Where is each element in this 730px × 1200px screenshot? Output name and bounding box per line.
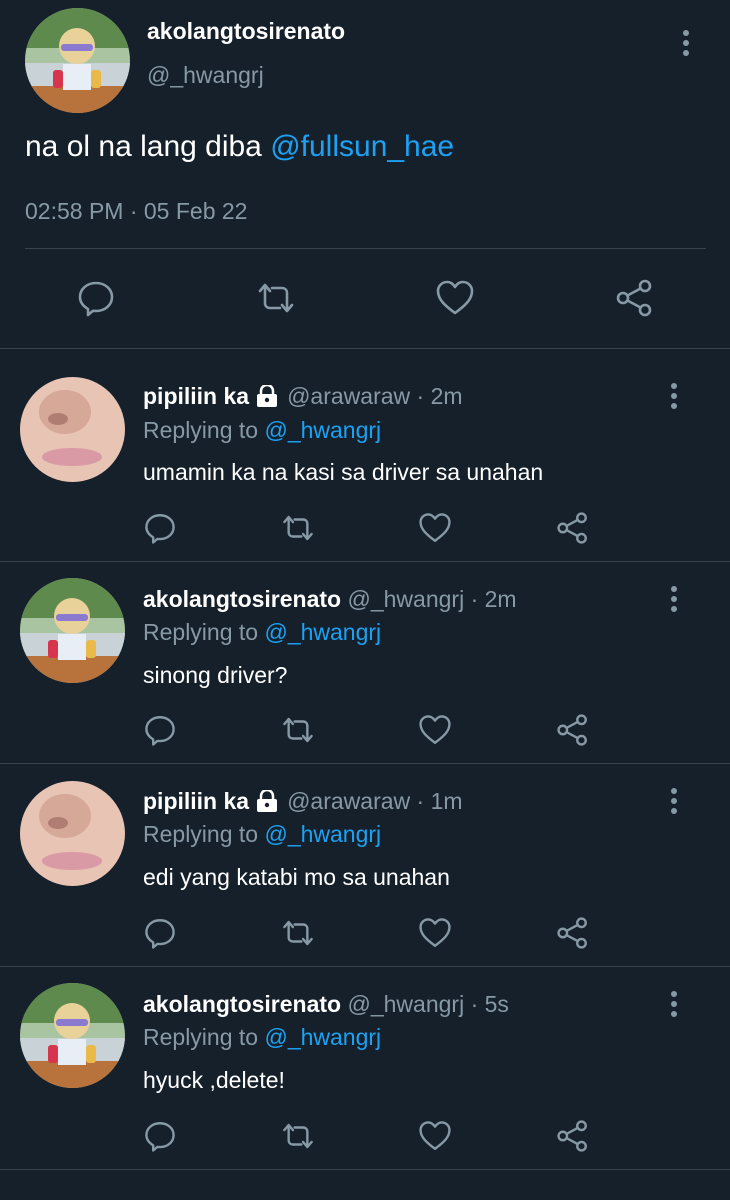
- more-options-icon[interactable]: [664, 381, 684, 411]
- replying-prefix: Replying to: [143, 1024, 265, 1050]
- replying-prefix: Replying to: [143, 417, 265, 443]
- display-name[interactable]: akolangtosirenato: [143, 991, 341, 1017]
- share-icon[interactable]: [556, 1119, 590, 1153]
- more-options-icon[interactable]: [676, 28, 696, 58]
- retweet-icon[interactable]: [256, 278, 296, 318]
- tweet-body: na ol na lang diba: [25, 130, 271, 163]
- tweet-text: na ol na lang diba @fullsun_hae: [25, 130, 454, 164]
- more-options-icon[interactable]: [664, 989, 684, 1019]
- reply-text: umamin ka na kasi sa driver sa unahan: [143, 459, 544, 485]
- avatar[interactable]: [25, 8, 130, 113]
- reply-icon[interactable]: [143, 1119, 177, 1153]
- share-icon[interactable]: [556, 511, 590, 545]
- share-icon[interactable]: [556, 916, 590, 950]
- handle-time[interactable]: @_hwangrj · 5s: [348, 991, 509, 1017]
- reply-tweet[interactable]: akolangtosirenato @_hwangrj · 5s Replyin…: [0, 967, 730, 1170]
- more-options-icon[interactable]: [664, 584, 684, 614]
- display-name[interactable]: pipiliin ka: [143, 383, 249, 409]
- display-name[interactable]: akolangtosirenato: [143, 586, 341, 612]
- lock-icon: [255, 383, 279, 413]
- reply-tweet[interactable]: akolangtosirenato @_hwangrj · 2m Replyin…: [0, 562, 730, 764]
- reply-tweet[interactable]: pipiliin ka @arawaraw · 2m Replying to @_…: [0, 349, 730, 562]
- user-handle[interactable]: @_hwangrj: [147, 62, 264, 89]
- replying-handle-link[interactable]: @_hwangrj: [264, 619, 381, 645]
- like-icon[interactable]: [418, 1119, 452, 1153]
- divider: [25, 248, 706, 249]
- like-icon[interactable]: [418, 713, 452, 747]
- replying-to: Replying to @_hwangrj: [143, 821, 381, 848]
- avatar[interactable]: [20, 377, 125, 482]
- reply-icon[interactable]: [143, 916, 177, 950]
- reply-header: akolangtosirenato @_hwangrj · 5s: [143, 991, 509, 1018]
- reply-icon[interactable]: [143, 713, 177, 747]
- avatar[interactable]: [20, 781, 125, 886]
- retweet-icon[interactable]: [281, 511, 315, 545]
- replying-to: Replying to @_hwangrj: [143, 619, 381, 646]
- avatar[interactable]: [20, 983, 125, 1088]
- replying-to: Replying to @_hwangrj: [143, 417, 381, 444]
- like-icon[interactable]: [435, 278, 475, 318]
- retweet-icon[interactable]: [281, 713, 315, 747]
- reply-header: pipiliin ka @arawaraw · 2m: [143, 383, 463, 413]
- handle-time[interactable]: @_hwangrj · 2m: [348, 586, 517, 612]
- replying-prefix: Replying to: [143, 619, 265, 645]
- main-tweet: akolangtosirenato @_hwangrj na ol na lan…: [0, 0, 730, 349]
- reply-text: sinong driver?: [143, 662, 288, 688]
- more-options-icon[interactable]: [664, 786, 684, 816]
- like-icon[interactable]: [418, 511, 452, 545]
- reply-header: akolangtosirenato @_hwangrj · 2m: [143, 586, 517, 613]
- lock-icon: [255, 788, 279, 818]
- replying-handle-link[interactable]: @_hwangrj: [264, 1024, 381, 1050]
- replying-handle-link[interactable]: @_hwangrj: [264, 821, 381, 847]
- handle-time[interactable]: @arawaraw · 1m: [287, 788, 462, 814]
- reply-icon[interactable]: [76, 278, 116, 318]
- tweet-timestamp: 02:58 PM · 05 Feb 22: [25, 198, 248, 224]
- like-icon[interactable]: [418, 916, 452, 950]
- retweet-icon[interactable]: [281, 916, 315, 950]
- reply-text: hyuck ,delete!: [143, 1067, 285, 1093]
- reply-header: pipiliin ka @arawaraw · 1m: [143, 788, 463, 818]
- replying-to: Replying to @_hwangrj: [143, 1024, 381, 1051]
- handle-time[interactable]: @arawaraw · 2m: [287, 383, 462, 409]
- mention-link[interactable]: @fullsun_hae: [270, 130, 454, 163]
- reply-icon[interactable]: [143, 511, 177, 545]
- display-name[interactable]: akolangtosirenato: [147, 18, 345, 45]
- reply-tweet[interactable]: pipiliin ka @arawaraw · 1m Replying to @_…: [0, 764, 730, 967]
- replying-handle-link[interactable]: @_hwangrj: [264, 417, 381, 443]
- replying-prefix: Replying to: [143, 821, 265, 847]
- display-name[interactable]: pipiliin ka: [143, 788, 249, 814]
- retweet-icon[interactable]: [281, 1119, 315, 1153]
- share-icon[interactable]: [615, 278, 655, 318]
- share-icon[interactable]: [556, 713, 590, 747]
- avatar[interactable]: [20, 578, 125, 683]
- reply-text: edi yang katabi mo sa unahan: [143, 864, 450, 890]
